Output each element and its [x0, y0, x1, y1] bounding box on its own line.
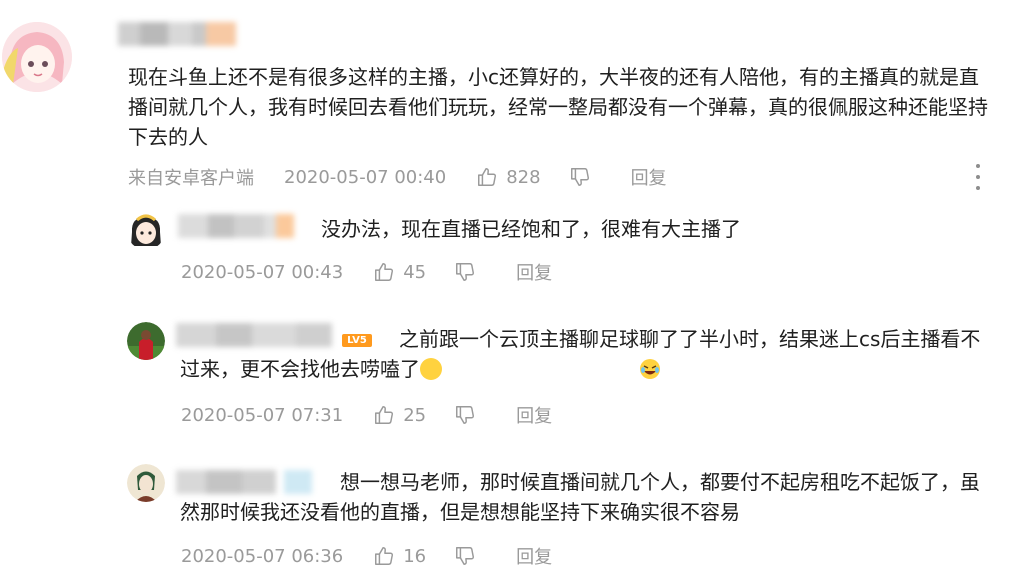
- comment-text: 现在斗鱼上还不是有很多这样的主播，小c还算好的，大半夜的还有人陪他，有的主播真的…: [128, 65, 988, 149]
- thumbs-down-icon: [570, 168, 589, 186]
- timestamp: 2020-05-07 00:43: [181, 261, 344, 283]
- reply-text: 没办法，现在直播已经饱和了，很难有大主播了: [321, 217, 741, 241]
- like-count: 828: [506, 166, 541, 188]
- reply-button[interactable]: 回复: [516, 259, 552, 285]
- dislike-button[interactable]: [454, 545, 476, 567]
- laughing-emoji-icon: [420, 358, 660, 380]
- thumbs-up-icon: [478, 168, 497, 186]
- client-source: 来自安卓客户端: [128, 168, 254, 189]
- user-avatar[interactable]: [127, 322, 165, 360]
- reply-meta: 2020-05-07 07:31 25 回复: [181, 402, 552, 428]
- reply-meta: 2020-05-07 06:36 16 回复: [181, 543, 552, 569]
- comment-meta: 来自安卓客户端 2020-05-07 00:40 828 回复: [128, 164, 667, 190]
- reply-meta: 2020-05-07 00:43 45 回复: [181, 259, 552, 285]
- like-button[interactable]: 828: [476, 166, 541, 188]
- reply-text: 之前跟一个云顶主播聊足球聊了了半小时，结果迷上cs后主播看不过来，更不会找他去唠…: [180, 324, 995, 384]
- thumbs-up-icon: [375, 263, 394, 281]
- timestamp: 2020-05-07 00:40: [284, 166, 447, 188]
- timestamp: 2020-05-07 06:36: [181, 545, 344, 567]
- like-count: 45: [403, 261, 427, 283]
- thumbs-down-icon: [456, 263, 475, 281]
- reply-text: 想一想马老师，那时候直播间就几个人，都要付不起房租吃不起饭了，虽然那时候我还没看…: [180, 470, 980, 524]
- username-blurred[interactable]: [118, 22, 240, 48]
- username-blurred[interactable]: [178, 214, 296, 240]
- more-vertical-icon[interactable]: [973, 164, 983, 190]
- thumbs-down-icon: [456, 547, 475, 565]
- dislike-button[interactable]: [569, 166, 591, 188]
- dislike-button[interactable]: [454, 261, 476, 283]
- reply-button[interactable]: 回复: [516, 402, 552, 428]
- reply-button[interactable]: 回复: [631, 164, 667, 190]
- like-count: 25: [403, 404, 427, 426]
- like-count: 16: [403, 545, 427, 567]
- reply-button[interactable]: 回复: [516, 543, 552, 569]
- reply-text-content: 之前跟一个云顶主播聊足球聊了了半小时，结果迷上cs后主播看不过来，更不会找他去唠…: [180, 327, 981, 381]
- user-avatar[interactable]: [127, 212, 165, 250]
- like-button[interactable]: 16: [373, 545, 426, 567]
- like-button[interactable]: 25: [373, 404, 426, 426]
- dislike-button[interactable]: [454, 404, 476, 426]
- user-avatar[interactable]: [2, 22, 72, 92]
- thumbs-up-icon: [375, 547, 394, 565]
- user-avatar[interactable]: [127, 464, 165, 502]
- like-button[interactable]: 45: [373, 261, 426, 283]
- thumbs-down-icon: [456, 406, 475, 424]
- timestamp: 2020-05-07 07:31: [181, 404, 344, 426]
- thumbs-up-icon: [375, 406, 394, 424]
